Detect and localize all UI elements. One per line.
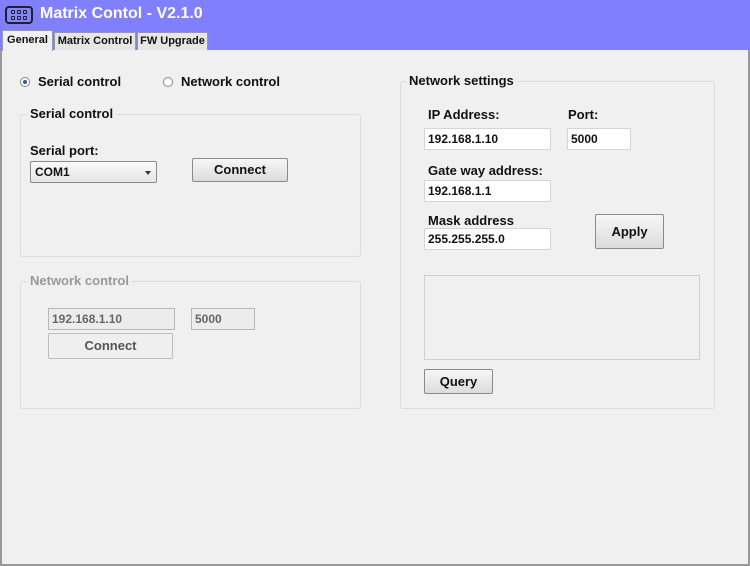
serial-control-group: Serial control Serial port: COM1 Connect <box>20 106 361 257</box>
network-port-input[interactable]: 5000 <box>191 308 255 330</box>
serial-port-value: COM1 <box>35 165 70 179</box>
mask-address-label: Mask address <box>428 213 514 228</box>
title-bar: Matrix Contol - V2.1.0 General Matrix Co… <box>0 0 750 51</box>
mask-address-input[interactable]: 255.255.255.0 <box>424 228 551 250</box>
chevron-down-icon <box>145 171 151 175</box>
serial-control-radio-label: Serial control <box>38 74 122 89</box>
gateway-address-input[interactable]: 192.168.1.1 <box>424 180 551 202</box>
network-settings-group: Network settings IP Address: 192.168.1.1… <box>400 73 715 409</box>
radio-unselected-icon <box>163 76 173 87</box>
port-input[interactable]: 5000 <box>567 128 631 150</box>
apply-button[interactable]: Apply <box>595 214 664 249</box>
gateway-address-label: Gate way address: <box>428 163 543 178</box>
query-output-area[interactable] <box>424 275 700 360</box>
network-control-radio[interactable]: Network control <box>163 74 280 89</box>
window-title: Matrix Contol - V2.1.0 <box>40 5 203 22</box>
serial-port-label: Serial port: <box>30 143 99 158</box>
serial-connect-button[interactable]: Connect <box>192 158 288 182</box>
query-button[interactable]: Query <box>424 369 493 394</box>
network-control-legend: Network control <box>27 273 132 288</box>
network-ip-input[interactable]: 192.168.1.10 <box>48 308 175 330</box>
network-connect-button[interactable]: Connect <box>48 333 173 359</box>
network-settings-legend: Network settings <box>406 73 517 88</box>
port-label: Port: <box>568 107 599 122</box>
ip-address-input[interactable]: 192.168.1.10 <box>424 128 551 150</box>
matrix-grid-icon <box>5 6 33 24</box>
serial-control-radio[interactable]: Serial control <box>20 74 121 89</box>
serial-control-legend: Serial control <box>27 106 117 121</box>
radio-selected-icon <box>20 76 30 87</box>
tab-matrix-control[interactable]: Matrix Control <box>54 32 136 50</box>
tab-fw-upgrade[interactable]: FW Upgrade <box>137 32 208 50</box>
network-control-radio-label: Network control <box>181 74 280 89</box>
ip-address-label: IP Address: <box>428 107 500 122</box>
tab-general[interactable]: General <box>2 30 53 51</box>
serial-port-select[interactable]: COM1 <box>30 161 157 183</box>
network-control-group: Network control 192.168.1.10 5000 Connec… <box>20 273 361 409</box>
general-tab-panel: Serial control Network control Serial co… <box>0 50 750 566</box>
